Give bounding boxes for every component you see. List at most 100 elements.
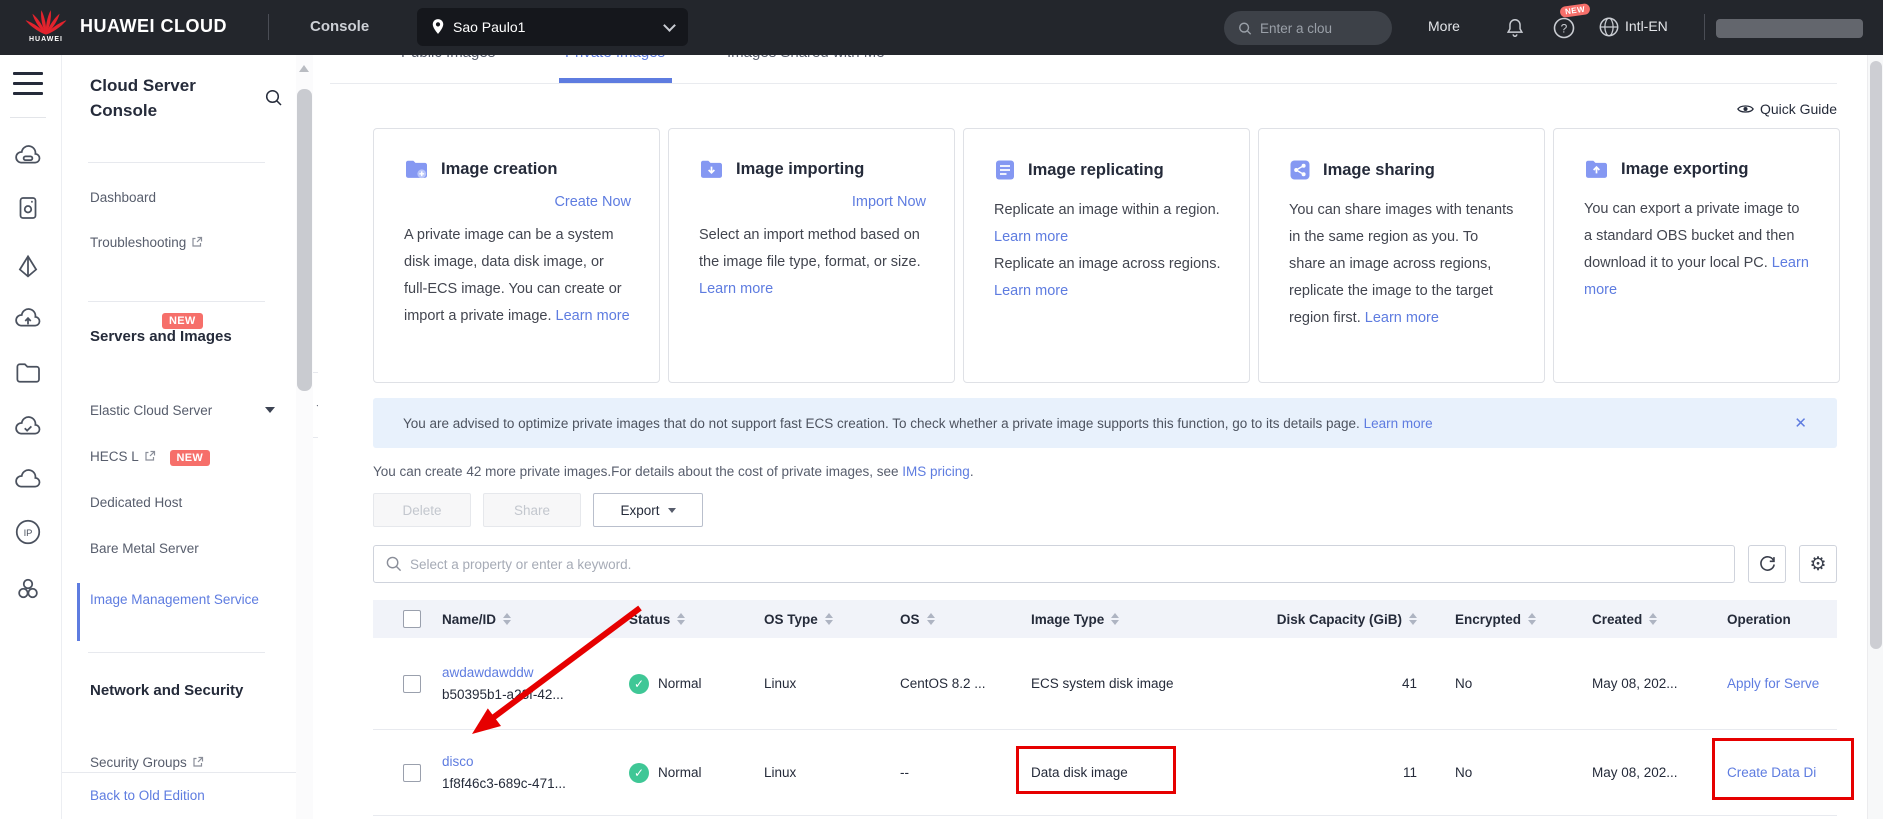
delete-button[interactable]: Delete [373, 493, 471, 527]
more-menu[interactable]: More [1428, 18, 1460, 34]
sidebar-item-dedicated-host[interactable]: Dedicated Host [90, 495, 182, 510]
tab-private-images[interactable]: Private Images [565, 55, 665, 63]
learn-more-link[interactable]: Learn more [994, 283, 1068, 299]
language-selector[interactable]: Intl-EN [1625, 18, 1668, 34]
status-label: Normal [658, 765, 702, 780]
language-globe-icon[interactable] [1598, 16, 1620, 38]
menu-icon[interactable] [13, 72, 43, 98]
created-value: May 08, 202... [1592, 765, 1727, 780]
import-now-link[interactable]: Import Now [699, 194, 926, 210]
sidebar-item-hecs[interactable]: HECS L NEW [90, 449, 210, 466]
cloud-check-icon[interactable] [13, 413, 43, 443]
select-all-checkbox[interactable] [403, 610, 421, 628]
ims-pricing-link[interactable]: IMS pricing [902, 464, 970, 479]
active-item-indicator [77, 583, 80, 641]
card-body: You can export a private image to a stan… [1584, 196, 1811, 304]
learn-more-link[interactable]: Learn more [1365, 310, 1439, 326]
column-header-operation: Operation [1727, 612, 1837, 627]
settings-button[interactable]: ⚙ [1799, 545, 1837, 583]
banner-message: You are advised to optimize private imag… [403, 416, 1360, 431]
notifications-bell-icon[interactable] [1504, 16, 1526, 40]
row-checkbox[interactable] [403, 675, 421, 693]
export-button[interactable]: Export [593, 493, 703, 527]
sidebar-scrollbar-thumb[interactable] [297, 89, 312, 391]
refresh-icon [1758, 555, 1777, 574]
learn-more-link[interactable]: Learn more [556, 308, 630, 324]
close-icon[interactable]: ✕ [1794, 414, 1807, 432]
cluster-icon[interactable] [13, 574, 43, 604]
folder-icon[interactable] [13, 358, 43, 388]
learn-more-link[interactable]: Learn more [994, 229, 1068, 245]
image-name-link[interactable]: awdawdawddw [442, 665, 534, 680]
quota-line: You can create 42 more private images.Fo… [373, 464, 974, 479]
ecs-label: Elastic Cloud Server [90, 403, 212, 418]
sort-icon [825, 613, 833, 625]
region-selector[interactable]: Sao Paulo1 [417, 8, 688, 46]
help-icon[interactable]: ? [1552, 16, 1576, 40]
scroll-up-arrow[interactable] [299, 65, 309, 72]
global-search-input[interactable] [1260, 21, 1378, 36]
encrypted-value: No [1425, 676, 1592, 691]
column-header-name-id[interactable]: Name/ID [442, 612, 629, 627]
column-header-created[interactable]: Created [1592, 612, 1727, 627]
account-name-redacted[interactable] [1716, 19, 1863, 38]
cloud-icon[interactable] [13, 466, 43, 496]
sidebar-item-bare-metal-server[interactable]: Bare Metal Server [90, 541, 199, 556]
sidebar-item-troubleshooting[interactable]: Troubleshooting [90, 235, 203, 250]
quick-guide-link[interactable]: Quick Guide [1737, 101, 1837, 117]
disk-capacity-value: 41 [1258, 676, 1425, 691]
folder-plus-icon [404, 159, 429, 180]
sort-icon [1528, 613, 1536, 625]
refresh-button[interactable] [1748, 545, 1786, 583]
column-header-encrypted[interactable]: Encrypted [1425, 612, 1592, 627]
learn-more-link[interactable]: Learn more [699, 281, 773, 297]
eye-icon [1737, 103, 1754, 115]
create-data-disk-link[interactable]: Create Data Di [1727, 765, 1816, 780]
global-search[interactable] [1224, 11, 1392, 45]
eip-icon[interactable]: IP [13, 517, 43, 547]
card-body: You can share images with tenants in the… [1289, 197, 1516, 332]
tab-shared-images[interactable]: Images Shared with Me [727, 55, 885, 63]
folder-upload-icon [1584, 159, 1609, 180]
share-button[interactable]: Share [483, 493, 581, 527]
chevron-down-icon[interactable] [265, 407, 275, 413]
sidebar-search-icon[interactable] [265, 89, 283, 107]
image-name-link[interactable]: disco [442, 754, 474, 769]
console-link[interactable]: Console [310, 18, 369, 35]
feature-cards: Image creation Create Now A private imag… [373, 128, 1840, 383]
sidebar-section-servers-images: Servers and Images [90, 322, 250, 352]
sidebar-item-elastic-cloud-server[interactable]: Elastic Cloud Server [90, 403, 212, 418]
column-header-disk-capacity[interactable]: Disk Capacity (GiB) [1258, 612, 1425, 627]
column-header-image-type[interactable]: Image Type [1031, 612, 1258, 627]
sidebar-item-security-groups[interactable]: Security Groups [90, 755, 204, 770]
divider [1704, 14, 1705, 40]
security-groups-label: Security Groups [90, 755, 187, 770]
column-header-os-type[interactable]: OS Type [764, 612, 900, 627]
cloud-upload-icon[interactable] [13, 305, 43, 335]
banner-learn-more-link[interactable]: Learn more [1364, 416, 1433, 431]
beacon-icon[interactable] [13, 252, 43, 282]
table-row: awdawdawddw b50395b1-a23f-42... ✓Normal … [373, 638, 1837, 730]
column-header-status[interactable]: Status [629, 612, 764, 627]
table-header: Name/ID Status OS Type OS Image Type Dis… [373, 600, 1837, 638]
bare-metal-label: Bare Metal Server [90, 541, 199, 556]
chevron-down-icon [663, 19, 676, 32]
sidebar-item-image-management-service[interactable]: Image Management Service [90, 585, 260, 615]
column-header-os[interactable]: OS [900, 612, 1031, 627]
info-banner: You are advised to optimize private imag… [373, 398, 1837, 448]
page-scrollbar-thumb[interactable] [1870, 61, 1882, 649]
tab-public-images[interactable]: Public Images [401, 55, 495, 63]
apply-for-server-link[interactable]: Apply for Serve [1727, 676, 1819, 691]
encrypted-value: No [1425, 765, 1592, 780]
create-now-link[interactable]: Create Now [404, 194, 631, 210]
row-checkbox[interactable] [403, 764, 421, 782]
back-to-old-edition-link[interactable]: Back to Old Edition [90, 788, 205, 803]
main-content: Public Images Private Images Images Shar… [318, 55, 1837, 819]
cloud-server-icon[interactable] [13, 142, 43, 172]
sidebar-item-dashboard[interactable]: Dashboard [90, 190, 156, 205]
cloud-disk-icon[interactable] [13, 193, 43, 223]
filter-search-box[interactable] [373, 545, 1735, 583]
external-link-icon [192, 756, 204, 768]
filter-input[interactable] [410, 557, 1722, 572]
card-body: Select an import method based on the ima… [699, 222, 926, 303]
